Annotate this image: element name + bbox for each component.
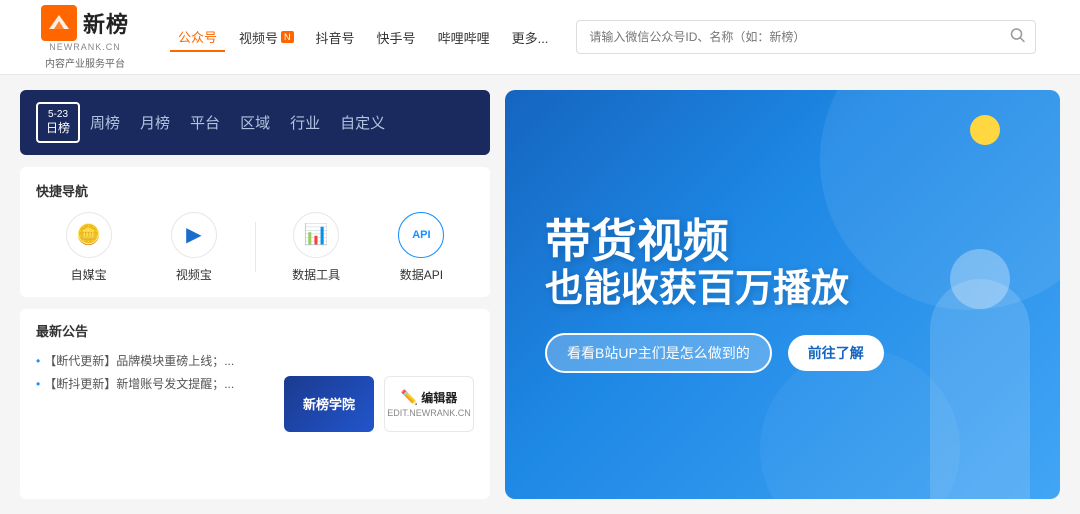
logo-icon[interactable] [41,5,77,41]
search-input[interactable] [576,20,1036,54]
banner-cta-link[interactable]: 前往了解 [788,335,884,371]
left-panel: 5-23 日榜 周榜 月榜 平台 区域 行业 自定义 快捷导航 🪙 自媒宝 [20,90,490,499]
quick-nav-title: 快捷导航 [36,181,474,200]
banner-line2: 也能收获百万播放 [545,267,849,313]
badge-n: N [281,31,294,43]
coin-icon: 🪙 [66,212,112,258]
quick-nav: 快捷导航 🪙 自媒宝 ▶ 视频宝 📊 数据工具 API 数据API [20,167,490,297]
nav-tab-bilibili[interactable]: 哔哩哔哩 [430,24,498,51]
notice-items: • 【断代更新】品牌模块重磅上线；... • 【断抖更新】新增账号发文提醒；..… [36,352,268,392]
quick-nav-item-shipinbao[interactable]: ▶ 视频宝 [141,212,246,283]
quick-nav-item-zimeibao[interactable]: 🪙 自媒宝 [36,212,141,283]
nav-tabs: 公众号 视频号 N 抖音号 快手号 哔哩哔哩 更多... [170,23,556,52]
nav-item-hangye[interactable]: 行业 [290,108,320,137]
notice-title: 最新公告 [36,321,268,340]
logo-tagline: 内容产业服务平台 [45,55,125,70]
notice-right: 新榜学院 ✏️ 编辑器 EDIT.NEWRANK.CN [284,321,474,487]
quick-nav-item-shujugongju[interactable]: 📊 数据工具 [264,212,369,283]
notice-item-1[interactable]: • 【断代更新】品牌模块重磅上线；... [36,352,268,369]
quick-nav-item-shujuapi[interactable]: API 数据API [369,212,474,283]
nav-item-yuebang[interactable]: 月榜 [140,108,170,137]
search-button[interactable] [1010,28,1026,47]
pencil-icon: ✏️ [401,389,418,406]
banner-line1: 带货视频 [545,216,729,267]
divider [255,222,256,272]
notice-area: 最新公告 • 【断代更新】品牌模块重磅上线；... • 【断抖更新】新增账号发文… [20,309,490,499]
date-nav: 5-23 日榜 周榜 月榜 平台 区域 行业 自定义 [20,90,490,155]
logo-top: 新榜 [41,5,129,41]
quick-nav-items: 🪙 自媒宝 ▶ 视频宝 📊 数据工具 API 数据API [36,212,474,283]
notice-left: 最新公告 • 【断代更新】品牌模块重磅上线；... • 【断抖更新】新增账号发文… [36,321,268,487]
right-banner: 带货视频 也能收获百万播放 看看B站UP主们是怎么做到的 前往了解 [505,90,1060,499]
api-icon: API [398,212,444,258]
nav-item-zhoubang[interactable]: 周榜 [90,108,120,137]
banner-content: 带货视频 也能收获百万播放 看看B站UP主们是怎么做到的 前往了解 [505,186,1060,402]
logo-area: 新榜 NEWRANK.CN 内容产业服务平台 [20,5,150,70]
header: 新榜 NEWRANK.CN 内容产业服务平台 公众号 视频号 N 抖音号 快手号… [0,0,1080,75]
nav-item-quyu[interactable]: 区域 [240,108,270,137]
nav-tab-gongzhonghao[interactable]: 公众号 [170,23,225,52]
main-content: 5-23 日榜 周榜 月榜 平台 区域 行业 自定义 快捷导航 🪙 自媒宝 [0,75,1080,514]
search-area [576,20,1036,54]
nav-item-zidingyi[interactable]: 自定义 [340,108,385,137]
nav-tab-more[interactable]: 更多... [504,24,557,51]
nav-item-pingtai[interactable]: 平台 [190,108,220,137]
banner-cta-row: 看看B站UP主们是怎么做到的 前往了解 [545,333,884,373]
logo-subtitle: NEWRANK.CN [49,42,121,52]
banner-cta-text: 看看B站UP主们是怎么做到的 [545,333,772,373]
promo-editor[interactable]: ✏️ 编辑器 EDIT.NEWRANK.CN [384,376,474,432]
yellow-ball-decoration [970,115,1000,145]
promo-xinbang[interactable]: 新榜学院 [284,376,374,432]
date-badge: 5-23 日榜 [36,102,80,143]
play-icon: ▶ [171,212,217,258]
nav-tab-shipinhao[interactable]: 视频号 N [231,24,302,51]
notice-item-2[interactable]: • 【断抖更新】新增账号发文提醒；... [36,375,268,392]
date-nav-items: 周榜 月榜 平台 区域 行业 自定义 [90,108,385,137]
logo-text: 新榜 [83,7,129,39]
chart-icon: 📊 [293,212,339,258]
nav-tab-kuaishuhao[interactable]: 快手号 [369,24,424,51]
nav-tab-douyinhao[interactable]: 抖音号 [308,24,363,51]
